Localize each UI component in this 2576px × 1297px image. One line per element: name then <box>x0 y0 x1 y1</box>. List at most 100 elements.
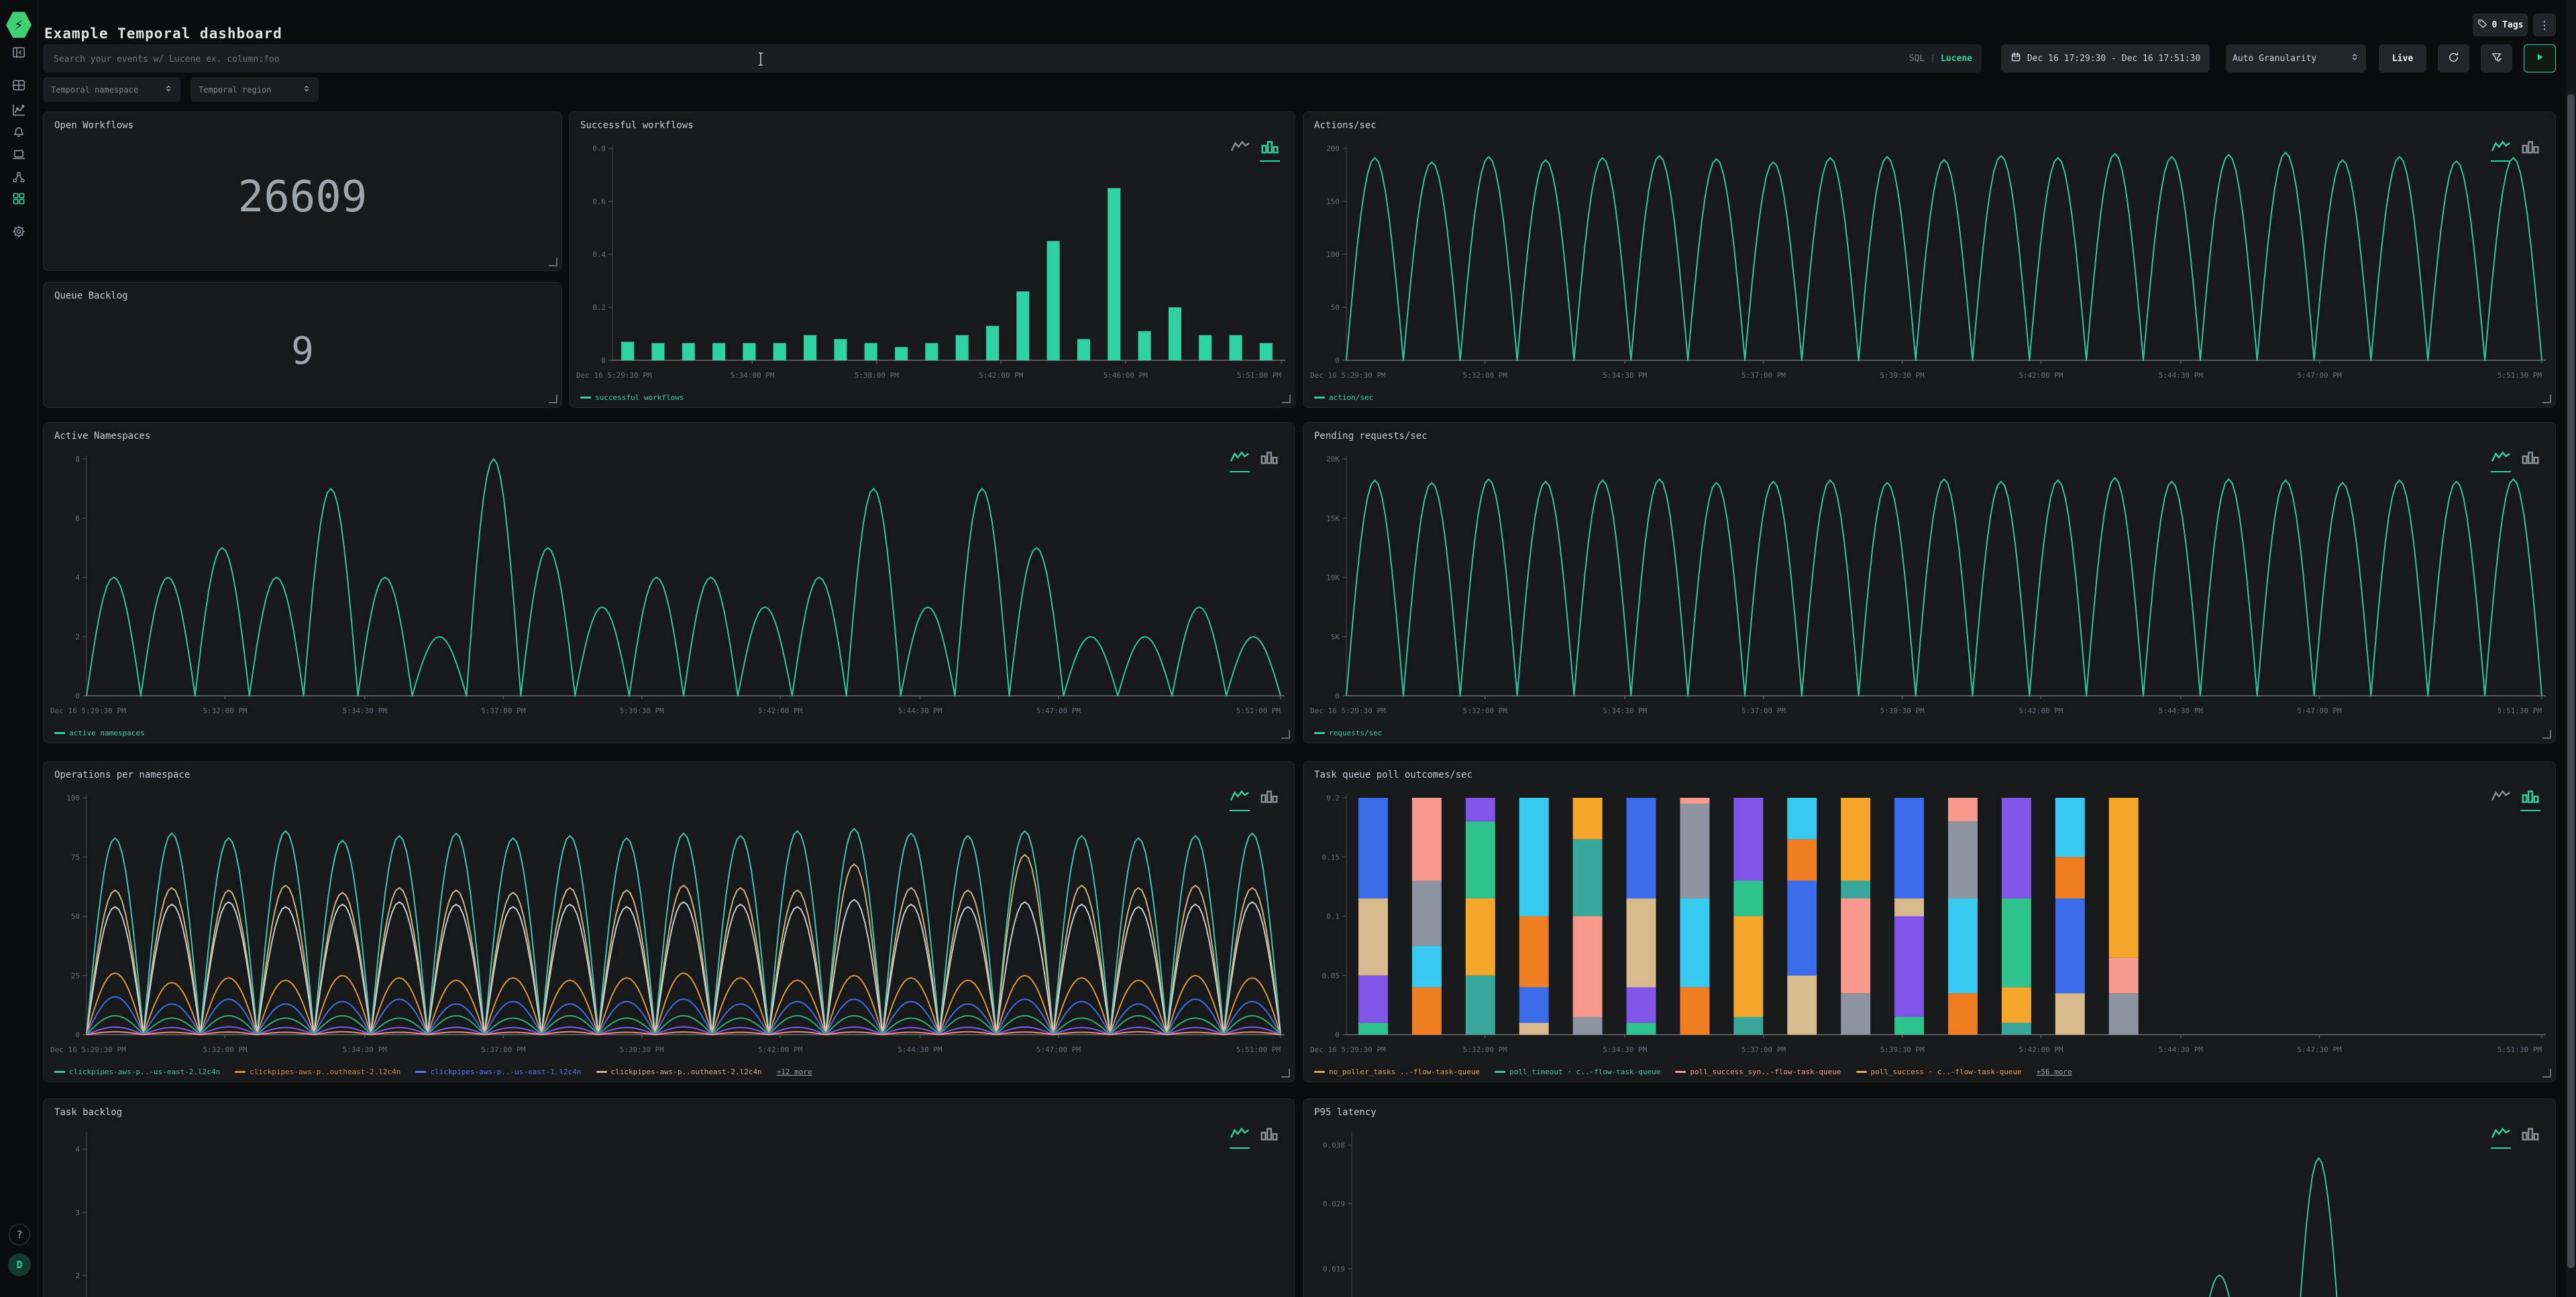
search-bar: SQL | Lucene <box>43 44 1982 72</box>
granularity-label: Auto Granularity <box>2233 54 2316 64</box>
legend-item[interactable]: successful workflows <box>580 393 684 402</box>
metrics-icon[interactable] <box>12 103 25 117</box>
svg-text:Dec 16 5:29:30 PM: Dec 16 5:29:30 PM <box>50 707 126 715</box>
legend-label: poll_success · c..-flow-task-queue <box>1871 1068 2022 1076</box>
legend-color-dash <box>235 1071 246 1073</box>
panel-title: Successful workflows <box>580 120 694 131</box>
svg-text:5:37:00 PM: 5:37:00 PM <box>481 707 526 715</box>
resize-handle[interactable] <box>2542 730 2551 739</box>
svg-text:5:37:00 PM: 5:37:00 PM <box>481 1045 526 1054</box>
legend-item[interactable]: requests/sec <box>1314 729 1382 737</box>
legend-color-dash <box>1495 1071 1505 1073</box>
legend-item[interactable]: clickpipes-aws-p..-us-east-2.l2c4n <box>54 1068 220 1076</box>
app-root: ⚡ ? D Example Temporal dashboard <box>0 0 2576 1297</box>
svg-text:5:42:00 PM: 5:42:00 PM <box>2019 707 2063 715</box>
sidebar-toggle-icon[interactable] <box>12 46 25 59</box>
scrollbar-track[interactable] <box>2566 0 2576 1297</box>
app-logo-icon[interactable]: ⚡ <box>6 11 32 39</box>
help-button[interactable]: ? <box>9 1224 30 1245</box>
legend-label: clickpipes-aws-p..-us-east-1.l2c4n <box>430 1068 581 1076</box>
legend-label: clickpipes-aws-p..outheast-2.l2c4n <box>611 1068 762 1076</box>
legend-item[interactable]: clickpipes-aws-p..outheast-2.l2c4n <box>235 1068 400 1076</box>
svg-text:5:39:30 PM: 5:39:30 PM <box>1880 1045 1925 1054</box>
run-query-button[interactable] <box>2524 44 2556 72</box>
refresh-button[interactable] <box>2438 44 2469 72</box>
svg-text:0.038: 0.038 <box>1323 1141 1345 1150</box>
svg-text:5:32:00 PM: 5:32:00 PM <box>203 707 248 715</box>
console-icon[interactable] <box>12 148 25 161</box>
pending-requests-chart: 05K10K15K20KDec 16 5:29:30 PM5:32:00 PM5… <box>1309 452 2547 723</box>
legend-more-link[interactable]: +12 more <box>777 1068 812 1076</box>
legend-item[interactable]: clickpipes-aws-p..-us-east-1.l2c4n <box>415 1068 581 1076</box>
alerts-bell-icon[interactable] <box>12 125 25 138</box>
tags-button[interactable]: 0 Tags <box>2473 13 2528 36</box>
resize-handle[interactable] <box>1281 1069 1290 1078</box>
page-title: Example Temporal dashboard <box>44 25 282 42</box>
graph-nodes-icon[interactable] <box>12 170 25 184</box>
live-button[interactable]: Live <box>2379 44 2426 72</box>
legend-label: clickpipes-aws-p..outheast-2.l2c4n <box>250 1068 400 1076</box>
scrollbar-thumb[interactable] <box>2567 94 2575 1268</box>
panel-title: Active Namespaces <box>54 431 150 442</box>
svg-text:5:39:30 PM: 5:39:30 PM <box>620 707 665 715</box>
date-range-picker[interactable]: Dec 16 17:29:30 - Dec 16 17:51:30 <box>2001 44 2210 72</box>
legend-item[interactable]: poll_timeout · c..-flow-task-queue <box>1495 1068 1660 1076</box>
legend-label: no_poller_tasks ..-flow-task-queue <box>1329 1068 1480 1076</box>
legend-item[interactable]: no_poller_tasks ..-flow-task-queue <box>1314 1068 1480 1076</box>
resize-handle[interactable] <box>2542 395 2551 403</box>
resize-handle[interactable] <box>549 258 557 266</box>
legend-item[interactable]: action/sec <box>1314 393 1373 402</box>
user-avatar[interactable]: D <box>8 1253 31 1276</box>
query-mode-toggle[interactable]: SQL | Lucene <box>1909 44 1972 72</box>
p95-latency-chart: 0.0190.0290.038 <box>1309 1129 2547 1297</box>
select-arrows-icon <box>303 84 311 95</box>
legend-item[interactable]: poll_success · c..-flow-task-queue <box>1856 1068 2022 1076</box>
panel-task-queue-poll: Task queue poll outcomes/sec 00.050.10.1… <box>1303 761 2556 1082</box>
calendar-icon <box>2010 52 2021 65</box>
lucene-mode-label[interactable]: Lucene <box>1941 54 1972 64</box>
temporal-namespace-filter[interactable]: Temporal namespace <box>43 77 180 102</box>
legend-label: poll_success_syn..-flow-task-queue <box>1690 1068 1841 1076</box>
actions-sec-chart: 050100150200Dec 16 5:29:30 PM5:32:00 PM5… <box>1309 142 2547 387</box>
resize-handle[interactable] <box>549 395 557 403</box>
svg-text:200: 200 <box>1326 144 1340 153</box>
svg-text:Dec 16 5:29:30 PM: Dec 16 5:29:30 PM <box>1310 371 1386 380</box>
legend-item[interactable]: active namespaces <box>54 729 145 737</box>
tables-icon[interactable] <box>12 79 25 92</box>
panel-title: Task backlog <box>54 1107 122 1118</box>
legend-color-dash <box>596 1071 607 1073</box>
svg-text:0.019: 0.019 <box>1323 1265 1345 1274</box>
search-input[interactable] <box>52 44 1799 74</box>
temporal-region-filter[interactable]: Temporal region <box>191 77 319 102</box>
svg-text:Dec 16 5:29:30 PM: Dec 16 5:29:30 PM <box>576 371 652 380</box>
dashboards-icon[interactable] <box>12 192 25 205</box>
kebab-menu-icon[interactable]: ⋮ <box>2533 13 2556 36</box>
chart-legend: clickpipes-aws-p..-us-east-2.l2c4n clickp… <box>54 1068 1287 1076</box>
resize-handle[interactable] <box>2542 1069 2551 1078</box>
svg-text:5:47:00 PM: 5:47:00 PM <box>1036 1045 1081 1054</box>
legend-color-dash <box>54 1071 65 1073</box>
panel-title: P95 latency <box>1314 1107 1377 1118</box>
sql-mode-label[interactable]: SQL <box>1909 54 1925 64</box>
settings-gear-icon[interactable] <box>12 225 25 238</box>
resize-handle[interactable] <box>1282 395 1291 403</box>
legend-color-dash <box>54 732 65 734</box>
svg-text:5K: 5K <box>1331 633 1340 641</box>
svg-text:5:44:30 PM: 5:44:30 PM <box>898 1045 943 1054</box>
granularity-select[interactable]: Auto Granularity <box>2226 44 2366 72</box>
legend-item[interactable]: clickpipes-aws-p..outheast-2.l2c4n <box>596 1068 762 1076</box>
sidebar: ⚡ ? D <box>0 0 38 1297</box>
svg-text:0: 0 <box>1335 356 1340 365</box>
legend-color-dash <box>1675 1071 1686 1073</box>
panel-p95-latency: P95 latency 0.0190.0290.038 <box>1303 1098 2556 1297</box>
region-filter-label: Temporal region <box>199 85 271 95</box>
legend-more-link[interactable]: +56 more <box>2037 1068 2072 1076</box>
resize-handle[interactable] <box>1281 730 1290 739</box>
legend-item[interactable]: poll_success_syn..-flow-task-queue <box>1675 1068 1841 1076</box>
svg-text:5:44:30 PM: 5:44:30 PM <box>2159 1045 2204 1054</box>
panel-operations-per-namespace: Operations per namespace 0255075100Dec 1… <box>43 761 1295 1082</box>
svg-text:5:51:00 PM: 5:51:00 PM <box>1236 707 1281 715</box>
svg-text:5:37:00 PM: 5:37:00 PM <box>1741 1045 1786 1054</box>
filter-edit-button[interactable] <box>2481 44 2512 72</box>
svg-text:0: 0 <box>75 1031 80 1039</box>
